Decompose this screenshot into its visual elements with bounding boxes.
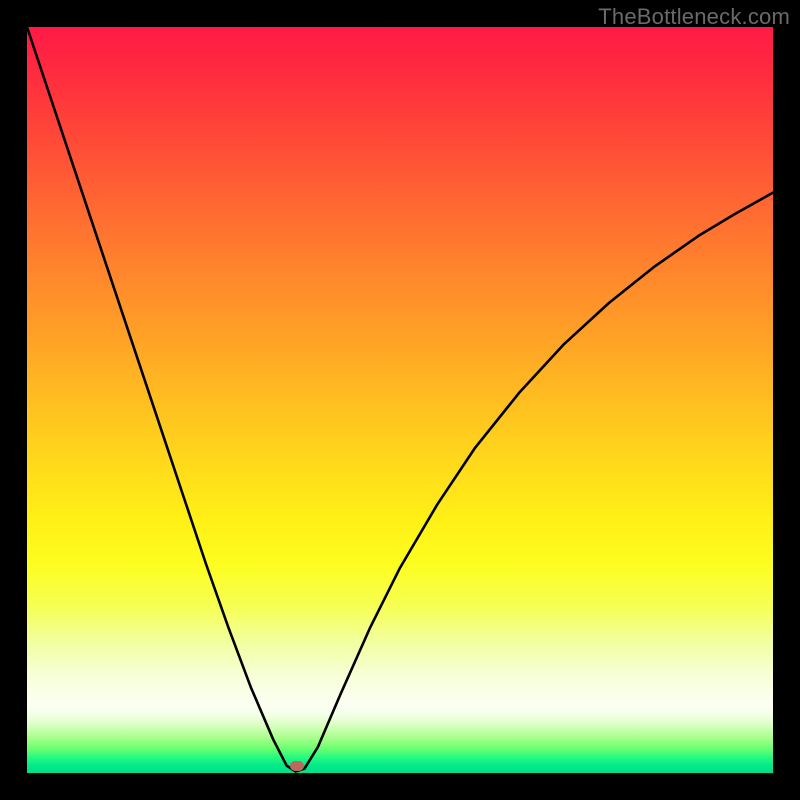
watermark-text: TheBottleneck.com — [598, 4, 790, 30]
bottleneck-curve — [27, 27, 773, 773]
optimal-point-marker — [290, 761, 304, 771]
plot-area — [27, 27, 773, 773]
chart-frame: TheBottleneck.com — [0, 0, 800, 800]
